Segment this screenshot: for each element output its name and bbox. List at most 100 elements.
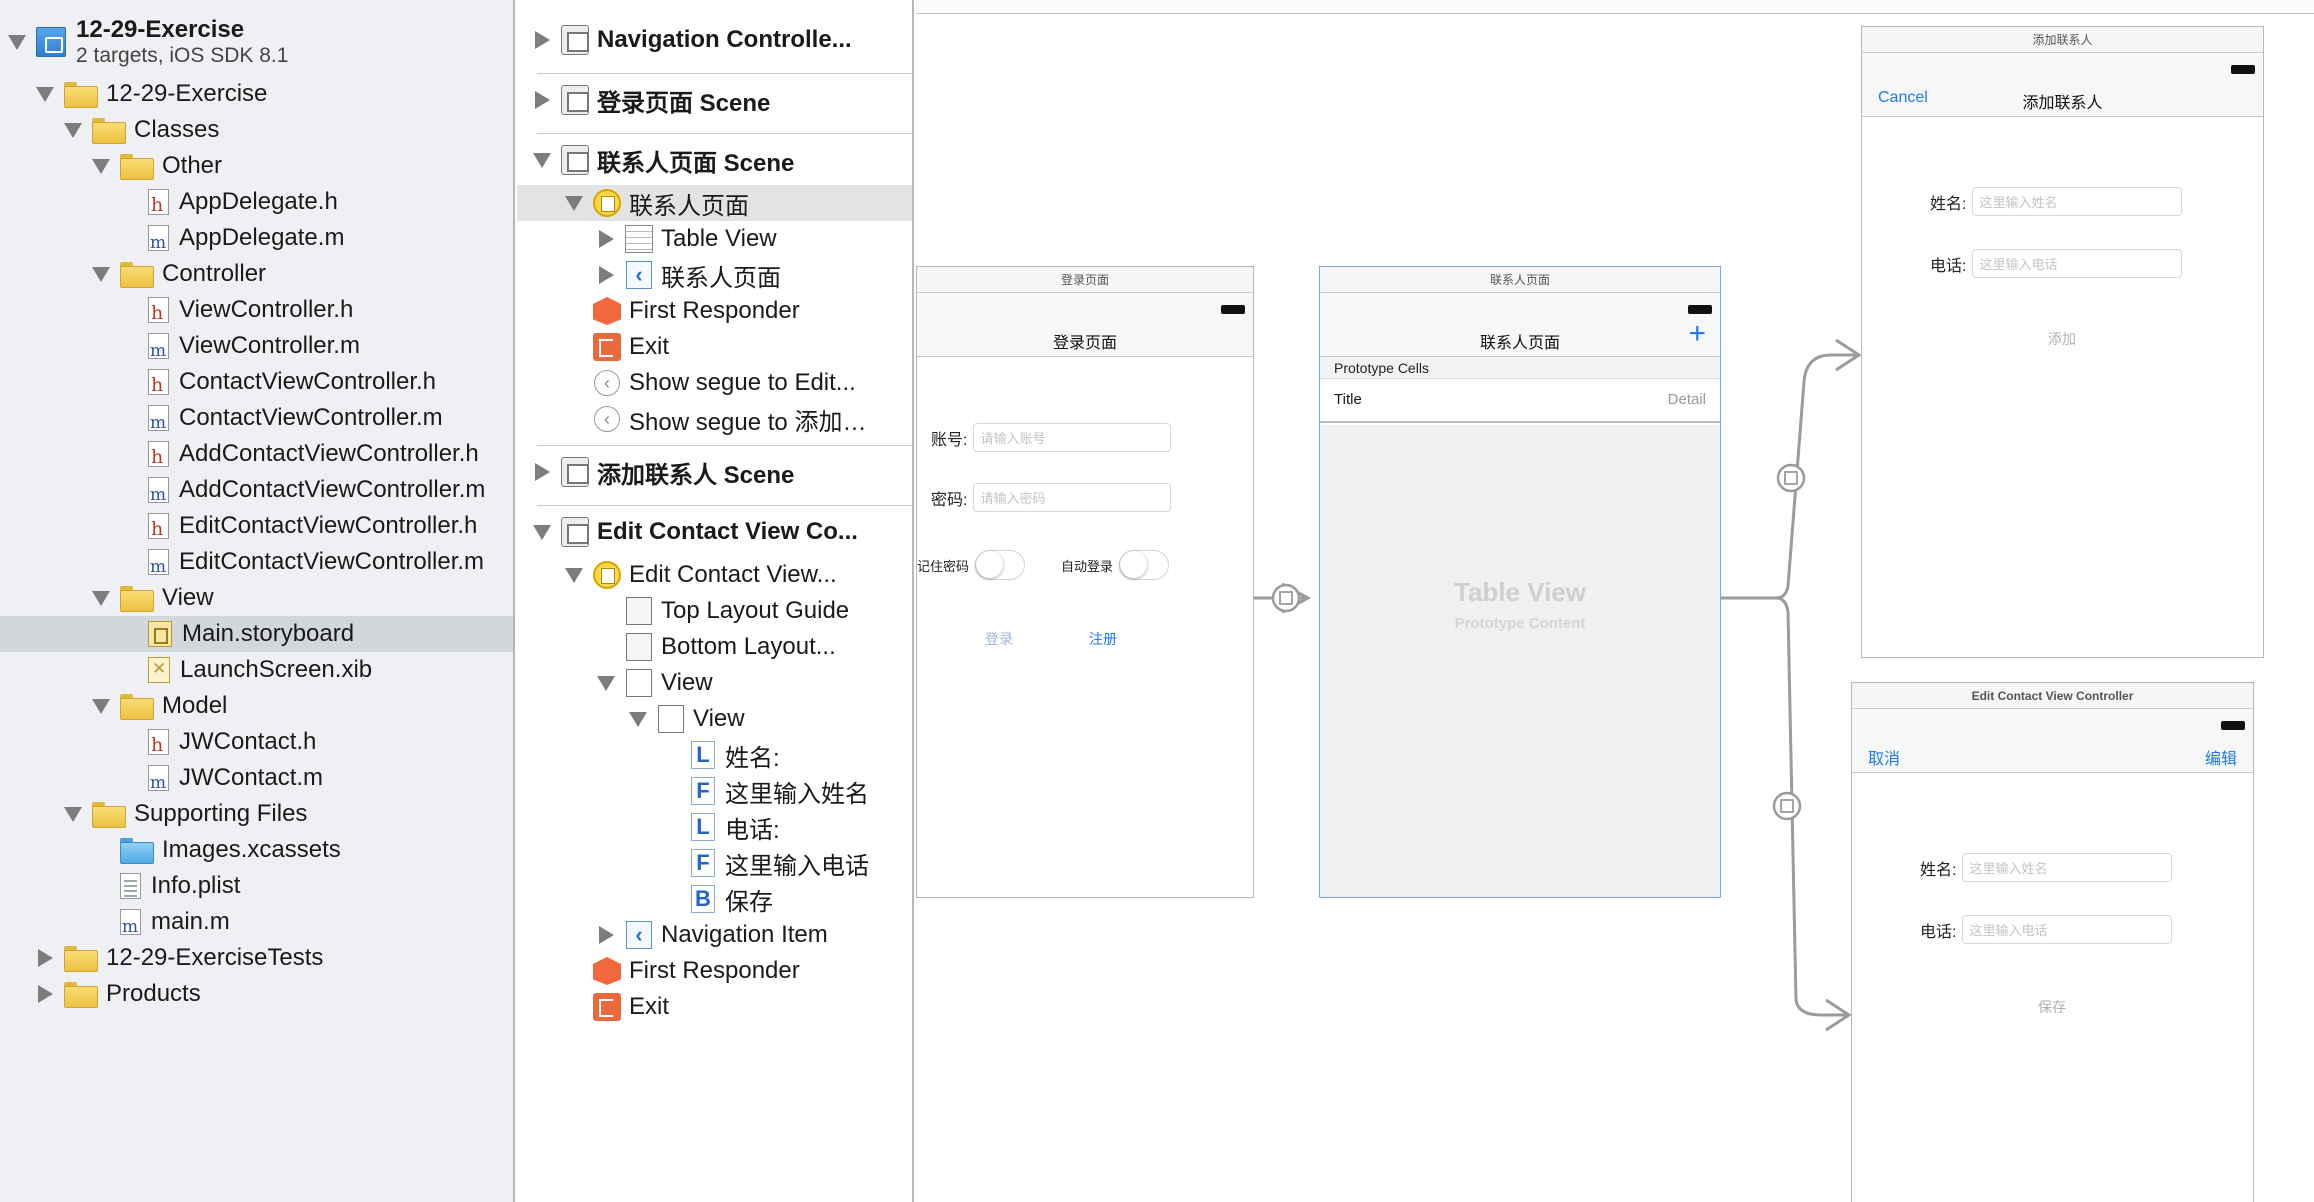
scene-title-bar[interactable]: 登录页面 [917, 267, 1253, 293]
disclosure-triangle-icon[interactable] [595, 228, 617, 250]
outline-row-scene[interactable]: 联系人页面 Scene [517, 142, 912, 178]
outline-row-scene[interactable]: Edit Contact View Co... [517, 514, 912, 550]
phone-input[interactable]: 这里输入电话 [1962, 915, 2173, 944]
disclosure-triangle-icon[interactable] [34, 83, 56, 105]
add-contact-scene[interactable]: 添加联系人 添加联系人 Cancel 姓名: 这里输入姓名 电话: 这里输入电话… [1861, 26, 2264, 658]
outline-row[interactable]: First Responder [517, 953, 912, 989]
disclosure-triangle-icon[interactable] [531, 521, 553, 543]
navigator-row-file[interactable]: ContactViewController.h [0, 364, 513, 400]
navigator-row-file[interactable]: LaunchScreen.xib [0, 652, 513, 688]
navigator-row-file[interactable]: ContactViewController.m [0, 400, 513, 436]
disclosure-triangle-icon[interactable] [6, 31, 28, 53]
navigator-row-file[interactable]: AppDelegate.h [0, 184, 513, 220]
login-scene[interactable]: 登录页面 登录页面 账号: 请输入账号 密码: 请输入密码 记住密码 自动登录 … [916, 266, 1254, 898]
navigator-row-file[interactable]: main.m [0, 904, 513, 940]
disclosure-triangle-icon[interactable] [62, 803, 84, 825]
disclosure-triangle-icon[interactable] [34, 947, 56, 969]
disclosure-triangle-icon[interactable] [563, 192, 585, 214]
phone-input[interactable]: 这里输入电话 [1972, 249, 2183, 278]
cancel-button[interactable]: Cancel [1878, 89, 1928, 107]
navigator-row-file[interactable]: JWContact.m [0, 760, 513, 796]
navigator-row-file-selected[interactable]: Main.storyboard [0, 616, 513, 652]
edit-button[interactable]: 编辑 [2205, 745, 2237, 769]
outline-row[interactable]: Table View [517, 221, 912, 257]
disclosure-triangle-icon[interactable] [531, 89, 553, 111]
table-cell[interactable]: Title Detail [1320, 379, 1720, 423]
disclosure-triangle-icon[interactable] [627, 708, 649, 730]
outline-row[interactable]: Exit [517, 989, 912, 1025]
cancel-button[interactable]: 取消 [1868, 745, 1900, 769]
outline-row[interactable]: L 姓名: [517, 737, 912, 773]
outline-row[interactable]: View [517, 665, 912, 701]
outline-row[interactable]: Top Layout Guide [517, 593, 912, 629]
navigator-row-group[interactable]: 12-29-Exercise [0, 76, 513, 112]
disclosure-triangle-icon[interactable] [34, 983, 56, 1005]
disclosure-triangle-icon[interactable] [90, 155, 112, 177]
name-input[interactable]: 这里输入姓名 [1962, 853, 2173, 882]
contacts-scene[interactable]: 联系人页面 联系人页面 + Prototype Cells Title Deta… [1319, 266, 1721, 898]
disclosure-triangle-icon[interactable] [563, 564, 585, 586]
navigator-row-file[interactable]: AddContactViewController.h [0, 436, 513, 472]
scene-title-bar[interactable]: Edit Contact View Controller [1852, 683, 2253, 709]
account-input[interactable]: 请输入账号 [973, 423, 1172, 452]
outline-row[interactable]: B 保存 [517, 881, 912, 917]
scene-title-bar[interactable]: 添加联系人 [1862, 27, 2263, 53]
add-button[interactable]: 添加 [2048, 329, 2076, 349]
outline-row[interactable]: First Responder [517, 293, 912, 329]
disclosure-triangle-icon[interactable] [595, 672, 617, 694]
navigator-row-group[interactable]: Other [0, 148, 513, 184]
outline-row[interactable]: F 这里输入姓名 [517, 773, 912, 809]
table-view-area[interactable]: Table View Prototype Content [1320, 425, 1720, 897]
navigator-row-file[interactable]: ViewController.m [0, 328, 513, 364]
edit-contact-scene[interactable]: Edit Contact View Controller 取消 编辑 姓名: 这… [1851, 682, 2254, 1202]
navigator-row-group[interactable]: Products [0, 976, 513, 1012]
disclosure-triangle-icon[interactable] [90, 695, 112, 717]
name-input[interactable]: 这里输入姓名 [1972, 187, 2183, 216]
disclosure-triangle-icon[interactable] [90, 587, 112, 609]
outline-row-scene[interactable]: 登录页面 Scene [517, 82, 912, 118]
navigator-row-group[interactable]: Controller [0, 256, 513, 292]
disclosure-triangle-icon[interactable] [531, 149, 553, 171]
storyboard-canvas[interactable]: 登录页面 登录页面 账号: 请输入账号 密码: 请输入密码 记住密码 自动登录 … [916, 0, 2314, 1202]
disclosure-triangle-icon[interactable] [531, 29, 553, 51]
outline-row[interactable]: Exit [517, 329, 912, 365]
outline-row[interactable]: View [517, 701, 912, 737]
autologin-switch[interactable] [1119, 550, 1170, 580]
navigator-row-group[interactable]: View [0, 580, 513, 616]
remember-switch[interactable] [975, 550, 1026, 580]
disclosure-triangle-icon[interactable] [90, 263, 112, 285]
register-button[interactable]: 注册 [1089, 629, 1117, 649]
add-icon[interactable]: + [1688, 319, 1706, 349]
login-button[interactable]: 登录 [985, 629, 1013, 649]
navigator-row-file[interactable]: EditContactViewController.m [0, 544, 513, 580]
navigator-row-file[interactable]: AppDelegate.m [0, 220, 513, 256]
outline-row-view-controller[interactable]: 联系人页面 [517, 185, 912, 221]
navigator-row-project[interactable]: 12-29-Exercise 2 targets, iOS SDK 8.1 [0, 12, 513, 72]
navigator-row-file[interactable]: Images.xcassets [0, 832, 513, 868]
disclosure-triangle-icon[interactable] [62, 119, 84, 141]
disclosure-triangle-icon[interactable] [595, 924, 617, 946]
outline-row[interactable]: ‹ Show segue to 添加… [517, 401, 912, 437]
outline-row[interactable]: ‹ Show segue to Edit... [517, 365, 912, 401]
navigator-row-file[interactable]: JWContact.h [0, 724, 513, 760]
outline-row[interactable]: F 这里输入电话 [517, 845, 912, 881]
outline-row[interactable]: Bottom Layout... [517, 629, 912, 665]
disclosure-triangle-icon[interactable] [595, 264, 617, 286]
outline-row[interactable]: ‹ 联系人页面 [517, 257, 912, 293]
navigator-row-file[interactable]: EditContactViewController.h [0, 508, 513, 544]
navigator-row-file[interactable]: Info.plist [0, 868, 513, 904]
outline-row[interactable]: ‹ Navigation Item [517, 917, 912, 953]
password-input[interactable]: 请输入密码 [973, 483, 1172, 512]
navigator-row-file[interactable]: ViewController.h [0, 292, 513, 328]
outline-row[interactable]: L 电话: [517, 809, 912, 845]
outline-row-scene[interactable]: 添加联系人 Scene [517, 454, 912, 490]
disclosure-triangle-icon[interactable] [531, 461, 553, 483]
navigator-row-group[interactable]: Model [0, 688, 513, 724]
scene-title-bar[interactable]: 联系人页面 [1320, 267, 1720, 293]
outline-row-scene[interactable]: Navigation Controlle... [517, 22, 912, 58]
navigator-row-group[interactable]: Classes [0, 112, 513, 148]
save-button[interactable]: 保存 [2038, 997, 2066, 1017]
outline-row-view-controller[interactable]: Edit Contact View... [517, 557, 912, 593]
navigator-row-file[interactable]: AddContactViewController.m [0, 472, 513, 508]
navigator-row-group[interactable]: Supporting Files [0, 796, 513, 832]
